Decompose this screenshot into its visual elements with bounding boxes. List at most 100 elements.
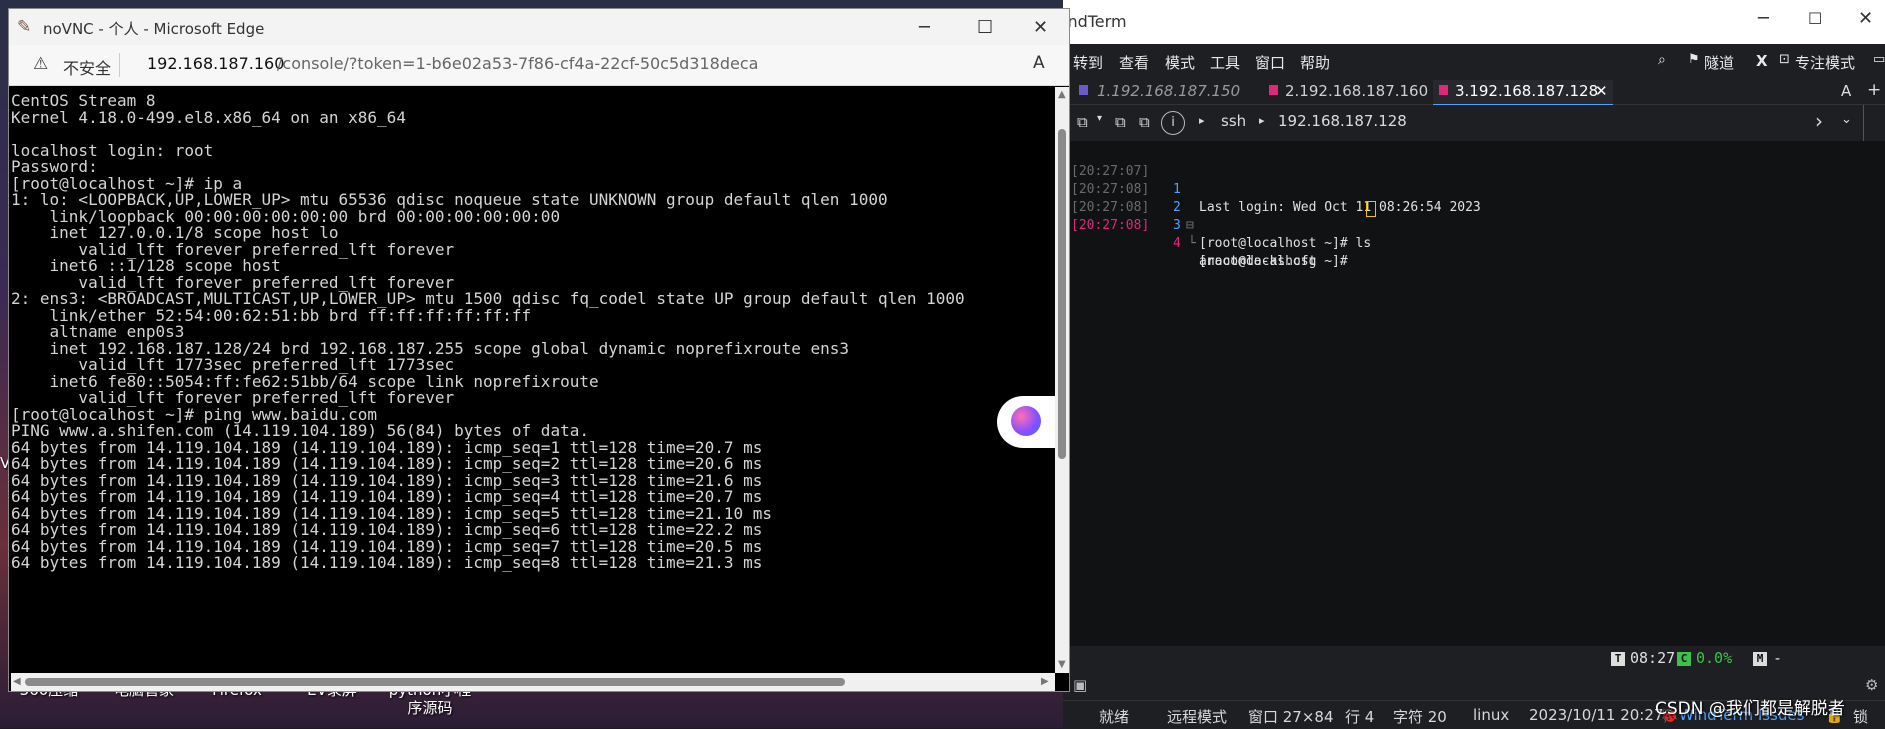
- status-window-size: 窗口 27×84: [1248, 708, 1334, 726]
- chevron-down-icon[interactable]: ▾: [1097, 113, 1102, 124]
- toolbar-divider: [1863, 105, 1864, 141]
- x-icon[interactable]: X: [1756, 52, 1768, 70]
- fold-guide: └: [1188, 236, 1196, 251]
- vnc-line: 64 bytes from 14.119.104.189 (14.119.104…: [11, 553, 763, 572]
- novnc-logo-icon: ✎: [17, 17, 32, 37]
- tunnel-button[interactable]: 隧道: [1704, 52, 1734, 73]
- line-number: 1: [1173, 182, 1181, 197]
- status-os: linux: [1473, 706, 1510, 724]
- url-host[interactable]: 192.168.187.160: [147, 54, 284, 73]
- fold-toggle-icon[interactable]: ⊟: [1186, 217, 1194, 235]
- gear-icon[interactable]: ⚙: [1865, 676, 1878, 694]
- address-bar[interactable]: ⚠ 不安全 192.168.187.160 /console/?token=1-…: [9, 45, 1069, 86]
- duplicate-session-icon[interactable]: ⧉: [1115, 113, 1126, 131]
- edge-window: ✎ noVNC - 个人 - Microsoft Edge ─ ☐ ✕ ⚠ 不安…: [8, 8, 1070, 692]
- line-number: 3: [1173, 218, 1181, 233]
- read-aloud-icon[interactable]: A: [1033, 53, 1045, 73]
- chevron-right-icon[interactable]: ›: [1815, 109, 1823, 133]
- url-path[interactable]: /console/?token=1-b6e02a53-7f86-cf4a-22c…: [277, 54, 758, 73]
- tab-color-marker: [1079, 85, 1088, 95]
- status-mode[interactable]: 远程模式: [1167, 706, 1227, 727]
- status-ready: 就绪: [1099, 708, 1130, 726]
- terminal-line: [20:27:08] 3 └ anaconda-ks.cfg: [1063, 181, 1316, 269]
- maximize-button[interactable]: ☐: [977, 17, 993, 38]
- horizontal-scrollbar[interactable]: ◀ ▶: [11, 673, 1055, 691]
- minimize-button[interactable]: ─: [1758, 8, 1769, 29]
- close-button[interactable]: ✕: [1033, 17, 1048, 38]
- protocol-label[interactable]: ssh: [1221, 112, 1246, 130]
- tunnel-icon: ⚑: [1688, 52, 1700, 67]
- menu-mode[interactable]: 模式: [1165, 52, 1195, 73]
- line-text: [root@localhost ~]#: [1199, 254, 1356, 269]
- line-text: [root@localhost ~]# ls: [1199, 236, 1372, 251]
- host-label[interactable]: 192.168.187.128: [1278, 112, 1407, 130]
- status-line: 行 4: [1345, 708, 1375, 726]
- scroll-right-icon[interactable]: ▶: [1041, 676, 1049, 687]
- chevron-down-icon[interactable]: ⌄: [1841, 112, 1852, 127]
- tab-color-marker: [1439, 85, 1448, 95]
- search-icon[interactable]: ⌕: [1658, 52, 1666, 68]
- scroll-down-icon[interactable]: ▼: [1058, 659, 1066, 670]
- time-icon: T: [1611, 652, 1625, 666]
- memory-icon: M: [1753, 652, 1767, 666]
- vnc-console[interactable]: CentOS Stream 8 Kernel 4.18.0-499.el8.x86…: [11, 87, 1055, 673]
- tab-color-marker: [1269, 85, 1278, 95]
- windterm-minibar: T 08:27 C 0.0% M -: [1063, 646, 1885, 672]
- vertical-scrollbar[interactable]: ▲ ▼: [1055, 87, 1069, 673]
- horizontal-scroll-thumb[interactable]: [25, 678, 845, 686]
- vertical-scroll-thumb[interactable]: [1058, 129, 1066, 459]
- clone-session-icon[interactable]: ⧉: [1139, 113, 1150, 131]
- status-char: 字符 20: [1393, 708, 1447, 726]
- warning-icon[interactable]: ⚠: [33, 54, 48, 74]
- line-timestamp: [20:27:08]: [1071, 218, 1150, 233]
- windterm-window: indTerm ─ ☐ ✕ 转到 查看 模式 工具 窗口 帮助 ⌕ ⚑ 隧道 X…: [1063, 0, 1885, 729]
- menu-tools[interactable]: 工具: [1210, 52, 1240, 73]
- layout-icon[interactable]: ▭: [1873, 52, 1885, 67]
- copilot-floating-button[interactable]: [997, 396, 1057, 448]
- terminal-line: [20:27:07] 1 Last login: Wed Oct 11 08:2…: [1063, 145, 1481, 215]
- status-lock[interactable]: 锁: [1853, 706, 1868, 727]
- maximize-button[interactable]: ☐: [1808, 9, 1822, 28]
- address-divider: [119, 53, 120, 77]
- tab-close-icon[interactable]: ✕: [1595, 80, 1608, 102]
- tab-label: 2.192.168.187.160: [1285, 82, 1429, 100]
- info-icon[interactable]: i: [1161, 111, 1185, 135]
- windterm-tabbar: 1.192.168.187.150 2.192.168.187.160 3.19…: [1063, 80, 1885, 106]
- terminal-line: [20:27:08] 2 ⊟ [root@localhost ~]# ls: [1063, 163, 1371, 251]
- font-size-button[interactable]: A: [1841, 82, 1851, 100]
- menu-view[interactable]: 查看: [1119, 52, 1149, 73]
- breadcrumb-arrow-icon: ▸: [1199, 114, 1205, 127]
- new-session-icon[interactable]: ⧉: [1077, 113, 1088, 131]
- mini-dash: -: [1773, 649, 1783, 667]
- tab-label: 1.192.168.187.150: [1097, 82, 1241, 100]
- line-number: 4: [1173, 236, 1181, 251]
- scroll-up-icon[interactable]: ▲: [1058, 89, 1066, 100]
- windterm-terminal[interactable]: [20:27:07] 1 Last login: Wed Oct 11 08:2…: [1063, 141, 1885, 646]
- close-button[interactable]: ✕: [1858, 8, 1873, 29]
- windterm-title: indTerm: [1063, 12, 1127, 31]
- minimize-button[interactable]: ─: [919, 17, 930, 38]
- mini-cpu-percent: 0.0%: [1696, 649, 1733, 667]
- status-datetime: 2023/10/11 20:27: [1529, 706, 1664, 724]
- menu-help[interactable]: 帮助: [1300, 52, 1330, 73]
- security-label[interactable]: 不安全: [63, 55, 111, 79]
- breadcrumb-arrow-icon: ▸: [1259, 114, 1265, 127]
- menu-window[interactable]: 窗口: [1255, 52, 1285, 73]
- tab-session-3[interactable]: 3.192.168.187.128 ✕: [1433, 80, 1613, 106]
- brain-icon: [1011, 406, 1041, 436]
- terminal-cursor: [1366, 201, 1376, 217]
- tab-session-1[interactable]: 1.192.168.187.150: [1067, 80, 1263, 104]
- mini-time: 08:27: [1630, 649, 1676, 667]
- edge-titlebar: ✎ noVNC - 个人 - Microsoft Edge ─ ☐ ✕: [9, 9, 1069, 45]
- menu-goto[interactable]: 转到: [1073, 52, 1103, 73]
- panel-icon[interactable]: ▣: [1073, 676, 1087, 694]
- terminal-line: [20:27:08] 4 [root@localhost ~]#: [1063, 199, 1376, 269]
- tab-label: 3.192.168.187.128: [1455, 82, 1599, 100]
- focus-mode-button[interactable]: 专注模式: [1795, 52, 1855, 73]
- new-tab-button[interactable]: +: [1867, 80, 1881, 100]
- line-text: Last login: Wed Oct 11 08:26:54 2023: [1199, 200, 1481, 215]
- vnc-line: Kernel 4.18.0-499.el8.x86_64 on an x86_6…: [11, 107, 406, 127]
- tab-session-2[interactable]: 2.192.168.187.160: [1263, 80, 1433, 104]
- scroll-left-icon[interactable]: ◀: [13, 676, 21, 687]
- windterm-menubar: 转到 查看 模式 工具 窗口 帮助 ⌕ ⚑ 隧道 X ⊡ 专注模式 ▭: [1063, 44, 1885, 80]
